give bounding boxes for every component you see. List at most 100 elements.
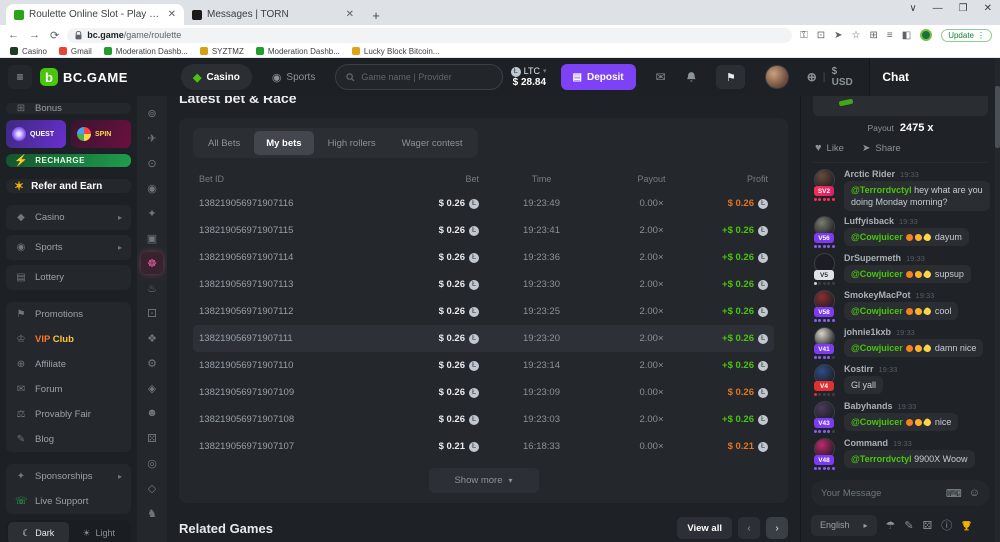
bookmark-item[interactable]: Gmail bbox=[59, 47, 92, 56]
extensions-icon[interactable]: ⊞ bbox=[870, 30, 878, 41]
deposit-button[interactable]: ▤Deposit bbox=[561, 64, 636, 90]
site-logo[interactable]: b BC.GAME bbox=[40, 68, 128, 86]
new-tab-button[interactable]: + bbox=[366, 5, 386, 25]
bell-icon[interactable] bbox=[686, 71, 697, 83]
bet-row[interactable]: 138219056971907108$ 0.26Ł19:23:032.00×+$… bbox=[193, 406, 774, 433]
bets-tab-high-rollers[interactable]: High rollers bbox=[316, 131, 388, 155]
bet-row[interactable]: 138219056971907115$ 0.26Ł19:23:412.00×+$… bbox=[193, 217, 774, 244]
coin-category-icon[interactable]: ⊙ bbox=[141, 152, 163, 174]
knight-category-icon[interactable]: ♞ bbox=[141, 502, 163, 524]
bet-row[interactable]: 138219056971907113$ 0.26Ł19:23:302.00×+$… bbox=[193, 271, 774, 298]
chat-rules-flag-icon[interactable]: ⚑ bbox=[716, 65, 745, 89]
browser-tab[interactable]: Roulette Online Slot - Play onlin✕ bbox=[6, 4, 184, 25]
trophy-icon[interactable] bbox=[961, 520, 972, 531]
bets-tab-all-bets[interactable]: All Bets bbox=[196, 131, 252, 155]
share-icon[interactable]: ➤ bbox=[834, 30, 842, 41]
like-button[interactable]: ♥ Like bbox=[815, 142, 844, 154]
mail-icon[interactable]: ✉ bbox=[656, 70, 666, 84]
chips-category-icon[interactable]: ◉ bbox=[141, 177, 163, 199]
chat-username[interactable]: SmokeyMacPot bbox=[844, 290, 911, 300]
roulette-category-icon[interactable]: ☸ bbox=[141, 252, 163, 274]
theme-dark-button[interactable]: ☾Dark bbox=[8, 522, 69, 542]
chat-username[interactable]: DrSupermeth bbox=[844, 253, 901, 263]
nav-tab-sports[interactable]: ◉ Sports bbox=[260, 64, 328, 90]
gem-category-icon[interactable]: ✦ bbox=[141, 202, 163, 224]
sidebar-item-sports[interactable]: ◉Sports▸ bbox=[6, 235, 131, 260]
browser-tab[interactable]: Messages | TORN✕ bbox=[184, 4, 362, 25]
bet-row[interactable]: 138219056971907110$ 0.26Ł19:23:142.00×+$… bbox=[193, 352, 774, 379]
sidebar-item-lottery[interactable]: ▤Lottery bbox=[6, 265, 131, 290]
chat-language-selector[interactable]: English ▸ bbox=[811, 515, 877, 536]
hamburger-menu-button[interactable]: ≡ bbox=[8, 65, 32, 89]
user-mention[interactable]: @Cowjuicer bbox=[851, 417, 905, 427]
side-panel-icon[interactable]: ◧ bbox=[902, 30, 911, 41]
scrollbar-thumb[interactable] bbox=[995, 86, 1000, 148]
rain-icon[interactable]: ☂ bbox=[886, 519, 896, 532]
carousel-prev-button[interactable]: ‹ bbox=[738, 517, 760, 539]
browser-profile-avatar[interactable] bbox=[920, 29, 932, 41]
page-scrollbar[interactable] bbox=[995, 58, 1000, 542]
sidebar-item-blog[interactable]: ✎Blog bbox=[6, 427, 131, 452]
user-mention[interactable]: @Cowjuicer bbox=[851, 269, 905, 279]
dice-one-category-icon[interactable]: ⚀ bbox=[141, 302, 163, 324]
crystal-category-icon[interactable]: ◇ bbox=[141, 477, 163, 499]
bookmark-item[interactable]: Moderation Dashb... bbox=[104, 47, 188, 56]
chat-username[interactable]: Babyhands bbox=[844, 401, 893, 411]
chat-username[interactable]: johnie1kxb bbox=[844, 327, 891, 337]
chat-username[interactable]: Arctic Rider bbox=[844, 169, 895, 179]
refer-and-earn-button[interactable]: ✶ Refer and Earn bbox=[6, 179, 131, 193]
window-menu-icon[interactable]: ∨ bbox=[909, 3, 916, 14]
window-close-button[interactable]: ✕ bbox=[984, 3, 992, 14]
share-button[interactable]: ➤ Share bbox=[862, 142, 901, 154]
dice-icon[interactable]: ⚄ bbox=[923, 519, 933, 532]
dice-five-category-icon[interactable]: ⚄ bbox=[141, 427, 163, 449]
back-button[interactable]: ← bbox=[8, 29, 19, 42]
sidebar-item-bonus[interactable]: ⊞ Bonus bbox=[6, 103, 131, 114]
bookmark-item[interactable]: SYZTMZ bbox=[200, 47, 244, 56]
tab-close-icon[interactable]: ✕ bbox=[168, 9, 176, 20]
bets-tab-my-bets[interactable]: My bets bbox=[254, 131, 313, 155]
game-search-input[interactable]: Game name | Provider bbox=[335, 64, 502, 90]
user-mention[interactable]: @Cowjuicer bbox=[851, 232, 905, 242]
user-avatar[interactable] bbox=[765, 65, 788, 89]
user-mention[interactable]: @Terrordvctyl bbox=[851, 185, 914, 195]
face-category-icon[interactable]: ☻ bbox=[141, 402, 163, 424]
bet-row[interactable]: 138219056971907112$ 0.26Ł19:23:252.00×+$… bbox=[193, 298, 774, 325]
view-all-button[interactable]: View all bbox=[677, 517, 732, 539]
quest-button[interactable]: QUEST bbox=[6, 120, 66, 148]
nav-tab-casino[interactable]: ◆ Casino bbox=[181, 64, 252, 90]
hot-category-icon[interactable]: ♨ bbox=[141, 277, 163, 299]
address-bar[interactable]: bc.game/game/roulette bbox=[67, 28, 792, 43]
user-mention[interactable]: @Cowjuicer bbox=[851, 306, 905, 316]
chat-message-input[interactable]: Your Message ⌨ ☺ bbox=[811, 480, 990, 506]
bet-row[interactable]: 138219056971907107$ 0.21Ł16:18:330.00×$ … bbox=[193, 433, 774, 460]
update-button[interactable]: Update⋮ bbox=[941, 29, 992, 42]
disc-category-icon[interactable]: ◎ bbox=[141, 452, 163, 474]
rocket-category-icon[interactable]: ✈ bbox=[141, 127, 163, 149]
tab-close-icon[interactable]: ✕ bbox=[346, 9, 354, 20]
reading-list-icon[interactable]: ≡ bbox=[887, 30, 893, 41]
sidebar-item-sponsorships[interactable]: ✦Sponsorships▸ bbox=[6, 464, 131, 489]
sidebar-item-casino[interactable]: ◆Casino▸ bbox=[6, 205, 131, 230]
chat-username[interactable]: Command bbox=[844, 438, 888, 448]
theme-light-button[interactable]: ☀Light bbox=[69, 522, 130, 542]
rules-pencil-icon[interactable]: ✎ bbox=[904, 519, 913, 532]
cards-category-icon[interactable]: ◈ bbox=[141, 377, 163, 399]
bookmark-item[interactable]: Lucky Block Bitcoin... bbox=[352, 47, 440, 56]
chat-username[interactable]: Kostirr bbox=[844, 364, 874, 374]
carousel-next-button[interactable]: › bbox=[766, 517, 788, 539]
chat-username[interactable]: Luffyisback bbox=[844, 216, 894, 226]
bets-tab-wager-contest[interactable]: Wager contest bbox=[390, 131, 475, 155]
info-icon[interactable]: ⓘ bbox=[941, 517, 952, 533]
emoji-icon[interactable]: ☺ bbox=[969, 487, 980, 499]
gear-category-icon[interactable]: ⚙ bbox=[141, 352, 163, 374]
sidebar-item-provably-fair[interactable]: ⚖Provably Fair bbox=[6, 402, 131, 427]
globe-icon[interactable]: ⊕ bbox=[807, 70, 817, 84]
show-more-button[interactable]: Show more ▾ bbox=[429, 468, 539, 493]
fiat-currency-label[interactable]: $ USD bbox=[832, 66, 860, 88]
forward-button[interactable]: → bbox=[29, 29, 40, 42]
sidebar-item-live-support[interactable]: ☏Live Support bbox=[6, 489, 131, 514]
chip-category-icon[interactable]: ⊚ bbox=[141, 102, 163, 124]
pinned-bet-card[interactable] bbox=[813, 96, 988, 116]
window-restore-button[interactable]: ❐ bbox=[959, 3, 968, 14]
